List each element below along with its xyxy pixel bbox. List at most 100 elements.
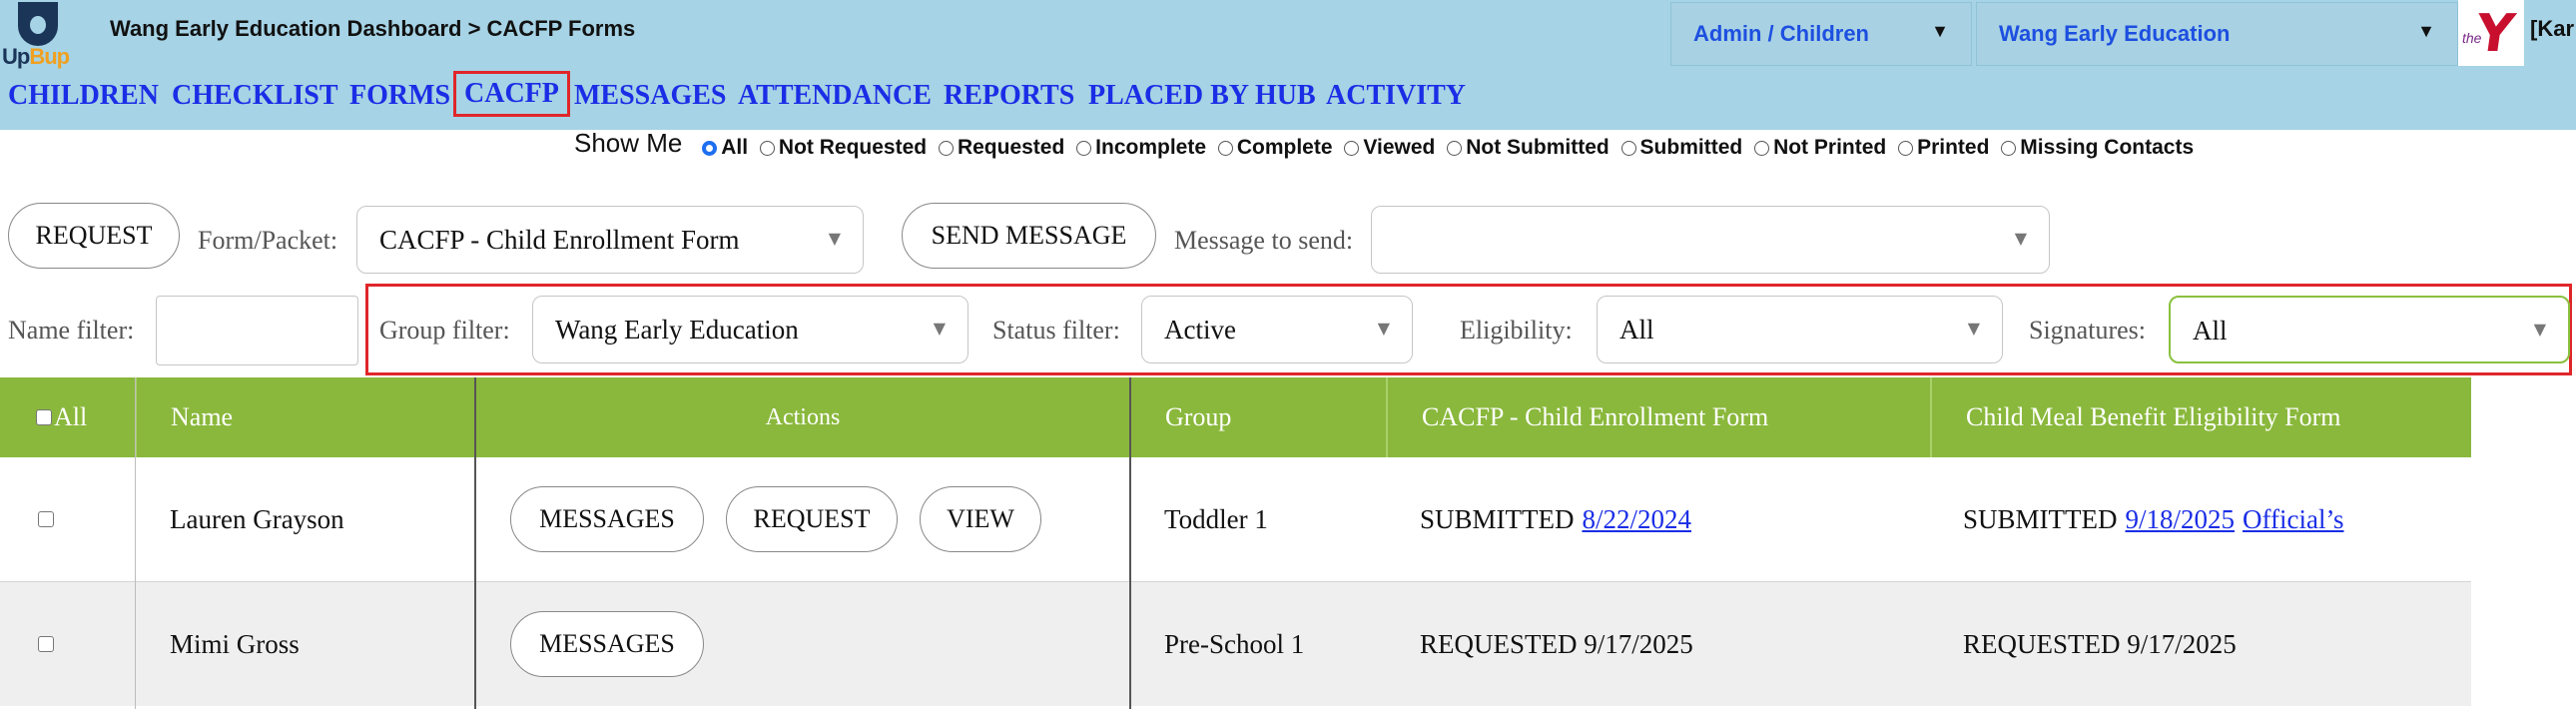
nav-attendance[interactable]: ATTENDANCE	[738, 80, 932, 112]
actions-cell: MESSAGES	[510, 582, 726, 706]
meal-status: REQUESTED 9/17/2025	[1963, 628, 2237, 659]
officials-link[interactable]: Official’s	[2243, 504, 2343, 535]
radio-icon	[1620, 141, 1636, 156]
header-group[interactable]: Group	[1129, 377, 1386, 457]
radio-requested[interactable]: Requested	[938, 136, 1064, 160]
status-filter-value: Active	[1164, 315, 1236, 345]
chevron-down-icon: ▼	[2533, 320, 2546, 339]
upbup-logo[interactable]: UpBup	[0, 0, 75, 70]
nav-placed-by-hub[interactable]: PLACED BY HUB	[1088, 80, 1316, 112]
nav-activity[interactable]: ACTIVITY	[1326, 80, 1466, 112]
header-meal-benefit-form[interactable]: Child Meal Benefit Eligibility Form	[1930, 377, 2471, 457]
radio-complete[interactable]: Complete	[1217, 136, 1333, 160]
breadcrumb: Wang Early Education Dashboard > CACFP F…	[110, 16, 636, 41]
logo-text: UpBup	[2, 44, 70, 69]
org-select[interactable]: Wang Early Education ▼	[1976, 2, 2458, 66]
enrollment-status: SUBMITTED	[1420, 503, 1575, 534]
logo-mark-icon	[18, 2, 58, 46]
header-actions: Actions	[474, 377, 1129, 457]
enrollment-status-cell: SUBMITTED 8/22/2024	[1420, 457, 1691, 581]
radio-printed[interactable]: Printed	[1898, 136, 1989, 160]
meal-status-cell: SUBMITTED 9/18/2025 Official’s	[1963, 457, 2344, 581]
request-button[interactable]: REQUEST	[726, 486, 898, 552]
header-name[interactable]: Name	[135, 377, 474, 457]
select-all-checkbox[interactable]	[36, 409, 52, 425]
meal-status: SUBMITTED	[1963, 503, 2118, 534]
enrollment-status: REQUESTED 9/17/2025	[1420, 628, 1693, 659]
child-name[interactable]: Mimi Gross	[170, 582, 300, 706]
radio-not-printed[interactable]: Not Printed	[1754, 136, 1886, 160]
chevron-down-icon: ▼	[933, 319, 946, 338]
send-message-button[interactable]: SEND MESSAGE	[902, 203, 1156, 269]
nav-reports[interactable]: REPORTS	[944, 80, 1074, 112]
radio-icon	[1447, 141, 1463, 156]
signatures-value: All	[2193, 316, 2228, 346]
messages-button[interactable]: MESSAGES	[510, 486, 704, 552]
radio-not-submitted[interactable]: Not Submitted	[1447, 136, 1610, 160]
message-select[interactable]: ▼	[1371, 206, 2050, 274]
signatures-select[interactable]: All ▼	[2169, 296, 2570, 363]
radio-icon	[1217, 141, 1233, 156]
radio-not-requested[interactable]: Not Requested	[759, 136, 927, 160]
column-divider	[1129, 377, 1131, 709]
table-header: All Name Actions Group CACFP - Child Enr…	[0, 377, 2471, 457]
radio-icon	[938, 141, 954, 156]
radio-missing-contacts[interactable]: Missing Contacts	[2001, 136, 2194, 160]
row-checkbox[interactable]	[37, 511, 54, 527]
chevron-down-icon: ▼	[1377, 319, 1390, 338]
group-value: Toddler 1	[1164, 503, 1268, 534]
select-all-label: All	[54, 402, 88, 431]
chevron-down-icon: ▼	[2417, 21, 2435, 41]
row-checkbox[interactable]	[37, 636, 54, 652]
view-button[interactable]: VIEW	[920, 486, 1041, 552]
role-select-value: Admin / Children	[1693, 21, 1869, 46]
role-select[interactable]: Admin / Children ▼	[1670, 2, 1972, 66]
select-all-header[interactable]: All	[0, 377, 135, 457]
chevron-down-icon: ▼	[828, 229, 841, 248]
nav-checklist[interactable]: CHECKLIST	[172, 80, 338, 112]
radio-icon	[1344, 141, 1360, 156]
name-filter-label: Name filter:	[8, 316, 135, 345]
eligibility-label: Eligibility:	[1460, 316, 1573, 345]
form-packet-select[interactable]: CACFP - Child Enrollment Form ▼	[356, 206, 864, 274]
ymca-logo-icon: the Y	[2458, 0, 2524, 66]
row-checkbox-cell	[0, 582, 135, 706]
name-filter-input[interactable]	[156, 296, 358, 365]
user-menu[interactable]: [Kar	[2530, 16, 2574, 42]
group-filter-label: Group filter:	[379, 316, 510, 345]
messages-button[interactable]: MESSAGES	[510, 611, 704, 677]
chevron-down-icon: ▼	[2014, 229, 2027, 248]
group-filter-select[interactable]: Wang Early Education ▼	[532, 296, 968, 363]
top-bar: UpBup Wang Early Education Dashboard > C…	[0, 0, 2576, 130]
request-button[interactable]: REQUEST	[8, 203, 180, 269]
radio-icon	[759, 141, 775, 156]
child-name[interactable]: Lauren Grayson	[170, 457, 344, 581]
radio-all[interactable]: All	[702, 136, 748, 160]
group-filter-value: Wang Early Education	[555, 315, 799, 345]
radio-selected-icon	[702, 141, 718, 156]
actions-cell: MESSAGES REQUEST VIEW	[510, 457, 1063, 581]
radio-incomplete[interactable]: Incomplete	[1076, 136, 1206, 160]
nav-cacfp[interactable]: CACFP	[453, 71, 570, 117]
show-me-label: Show Me	[574, 128, 683, 158]
radio-submitted[interactable]: Submitted	[1620, 136, 1742, 160]
radio-icon	[1898, 141, 1914, 156]
column-divider	[474, 377, 476, 709]
group-value: Pre-School 1	[1164, 628, 1305, 659]
row-checkbox-cell	[0, 457, 135, 581]
nav-messages[interactable]: MESSAGES	[574, 80, 727, 112]
header-enrollment-form[interactable]: CACFP - Child Enrollment Form	[1386, 377, 1930, 457]
status-filter-select[interactable]: Active ▼	[1141, 296, 1413, 363]
signatures-label: Signatures:	[2029, 316, 2146, 345]
eligibility-select[interactable]: All ▼	[1597, 296, 2003, 363]
form-packet-label: Form/Packet:	[198, 226, 338, 255]
nav-children[interactable]: CHILDREN	[8, 80, 159, 112]
table-row: Mimi Gross MESSAGES Pre-School 1 REQUEST…	[0, 582, 2471, 706]
message-label: Message to send:	[1174, 226, 1354, 255]
meal-date-link[interactable]: 9/18/2025	[2126, 504, 2236, 535]
radio-viewed[interactable]: Viewed	[1344, 136, 1435, 160]
show-me-filter: Show Me All Not Requested Requested Inco…	[574, 128, 2200, 164]
enrollment-date-link[interactable]: 8/22/2024	[1583, 504, 1692, 535]
nav-forms[interactable]: FORMS	[349, 80, 450, 112]
chevron-down-icon: ▼	[1967, 319, 1980, 338]
